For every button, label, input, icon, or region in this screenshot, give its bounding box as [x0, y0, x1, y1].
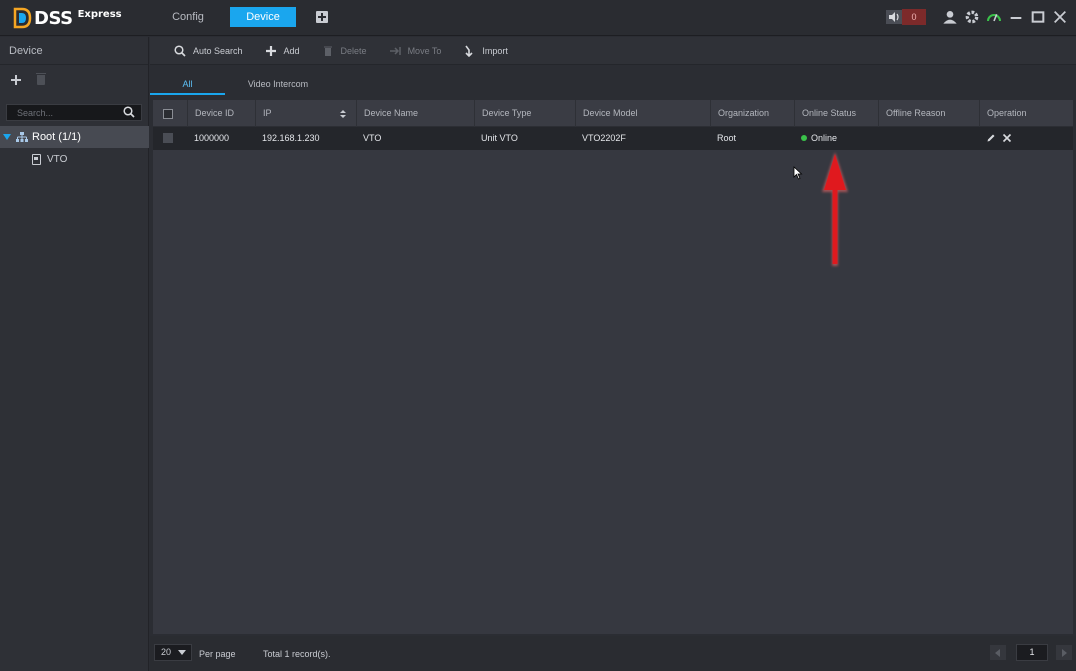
trash-icon[interactable] — [36, 73, 46, 85]
tab-video-intercom[interactable]: Video Intercom — [232, 74, 324, 95]
cell-device-id: 1000000 — [194, 133, 230, 143]
intercom-device-icon — [32, 153, 41, 165]
cell-operation — [979, 127, 1073, 150]
cell-ip: 192.168.1.230 — [262, 133, 320, 143]
page-number-input[interactable]: 1 — [1016, 644, 1048, 661]
column-header-device-id[interactable]: Device ID — [187, 100, 255, 127]
tree-node-label: VTO — [47, 153, 68, 165]
maximize-icon[interactable] — [1030, 9, 1046, 25]
tree-search-input[interactable] — [7, 105, 117, 120]
speaker-icon[interactable] — [886, 10, 902, 24]
select-all-cell — [153, 100, 187, 127]
online-status-text: Online — [811, 133, 838, 143]
edit-pencil-icon[interactable] — [986, 133, 996, 143]
tree-actions — [0, 65, 148, 95]
move-arrow-icon — [389, 46, 401, 55]
minimize-icon[interactable] — [1008, 9, 1024, 25]
online-status-dot — [801, 135, 807, 141]
move-to-button[interactable]: Move To — [389, 45, 442, 57]
column-header-online-status[interactable]: Online Status — [794, 100, 878, 127]
table-header: Device ID IP Device Name Device Type Dev… — [153, 100, 1073, 127]
select-all-checkbox[interactable] — [163, 109, 173, 119]
mouse-cursor-icon — [793, 166, 803, 180]
column-header-device-name[interactable]: Device Name — [356, 100, 474, 127]
per-page-label: Per page — [199, 649, 236, 659]
device-tree-panel: Device Root (1/1) VTO — [0, 37, 149, 671]
trash-icon — [323, 46, 332, 56]
column-header-device-type[interactable]: Device Type — [474, 100, 575, 127]
add-label: Add — [283, 45, 300, 56]
add-button[interactable]: Add — [265, 45, 300, 57]
cell-device-model: VTO2202F — [582, 133, 626, 143]
logo-subtext: Express — [77, 8, 122, 20]
cell-device-type: Unit VTO — [481, 133, 518, 143]
import-label: Import — [482, 45, 508, 56]
column-header-offline-reason[interactable]: Offline Reason — [878, 100, 979, 127]
dss-logo-icon — [13, 7, 32, 29]
tree-search-box — [6, 104, 142, 121]
per-page-value: 20 — [161, 647, 172, 657]
panel-title: Device — [0, 37, 148, 65]
move-to-label: Move To — [407, 45, 442, 56]
row-checkbox[interactable] — [163, 133, 173, 143]
column-header-ip-label: IP — [263, 108, 272, 118]
tree-root-label: Root (1/1) — [32, 131, 81, 143]
column-header-device-model[interactable]: Device Model — [575, 100, 710, 127]
app-logo: DSS Express — [12, 6, 122, 30]
annotation-arrow-icon — [822, 152, 848, 266]
device-toolbar: Auto Search Add Delete Move To Import — [150, 37, 1076, 65]
tree-node-root[interactable]: Root (1/1) — [0, 126, 149, 148]
search-icon[interactable] — [123, 106, 135, 118]
per-page-select[interactable]: 20 — [154, 644, 192, 661]
column-header-organization[interactable]: Organization — [710, 100, 794, 127]
next-page-button[interactable] — [1056, 645, 1072, 660]
tree-node-vto[interactable]: VTO — [32, 151, 67, 167]
performance-gauge-icon[interactable] — [986, 9, 1002, 25]
cell-online-status: Online — [794, 127, 878, 150]
add-organization-icon[interactable] — [11, 75, 21, 85]
chevron-down-icon[interactable] — [3, 134, 11, 140]
column-header-operation: Operation — [979, 100, 1073, 127]
plus-icon — [265, 45, 276, 56]
column-header-ip[interactable]: IP — [255, 100, 356, 127]
tab-config[interactable]: Config — [160, 7, 216, 27]
total-records-label: Total 1 record(s). — [263, 649, 331, 659]
import-button[interactable]: Import — [463, 45, 508, 57]
user-icon[interactable] — [942, 9, 958, 25]
chevron-down-icon — [178, 650, 186, 655]
cell-offline-reason — [878, 127, 979, 150]
row-select-cell — [153, 127, 187, 150]
cell-device-name: VTO — [363, 133, 382, 143]
device-category-tabs: All Video Intercom — [150, 66, 1076, 96]
auto-search-label: Auto Search — [193, 45, 243, 56]
device-table: Device ID IP Device Name Device Type Dev… — [153, 100, 1073, 634]
tab-all[interactable]: All — [150, 74, 225, 95]
delete-label: Delete — [340, 45, 367, 56]
auto-search-button[interactable]: Auto Search — [174, 44, 243, 57]
sort-icon[interactable] — [340, 110, 346, 118]
previous-page-button[interactable] — [990, 645, 1006, 660]
title-bar-controls: 0 — [886, 9, 1068, 25]
organization-icon — [16, 132, 28, 142]
table-row[interactable]: 1000000 192.168.1.230 VTO Unit VTO VTO22… — [153, 127, 1073, 150]
cell-organization: Root — [717, 133, 737, 143]
import-arrow-icon — [465, 45, 473, 57]
gear-icon[interactable] — [964, 9, 980, 25]
app-window: DSS Express Config Device 0 Device Searc… — [0, 0, 1076, 671]
logo-text: DSS — [34, 7, 73, 29]
tab-device[interactable]: Device — [230, 7, 296, 27]
close-icon[interactable] — [1052, 9, 1068, 25]
title-bar: DSS Express Config Device 0 — [0, 0, 1076, 36]
add-tab-icon[interactable] — [316, 11, 328, 23]
delete-button[interactable]: Delete — [322, 45, 367, 57]
search-icon — [174, 44, 186, 57]
alarm-count-badge[interactable]: 0 — [902, 9, 926, 25]
delete-x-icon[interactable] — [1002, 133, 1012, 143]
pagination-bar: 20 Per page Total 1 record(s). 1 — [150, 636, 1076, 671]
